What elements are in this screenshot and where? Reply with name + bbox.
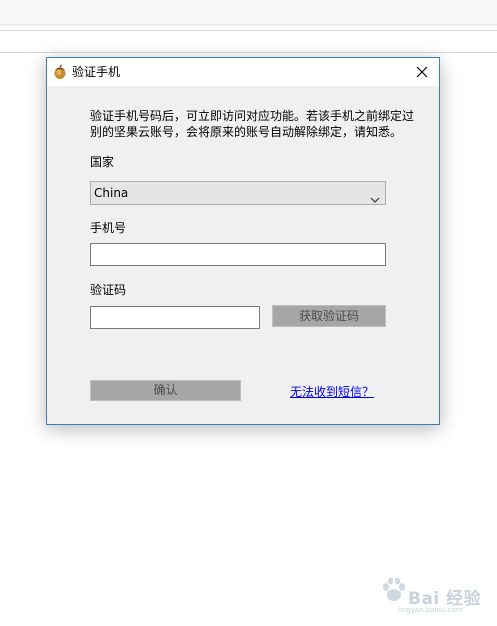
get-code-button[interactable]: 获取验证码: [272, 305, 386, 327]
country-select[interactable]: China: [90, 181, 386, 205]
country-select-value: China: [94, 186, 129, 200]
code-label: 验证码: [90, 283, 127, 297]
dialog-title: 验证手机: [72, 65, 121, 79]
background-divider: [0, 30, 497, 31]
watermark-subtext: jingyan.baidu.com: [398, 606, 463, 614]
dialog-description: 验证手机号码后，可立即访问对应功能。若该手机之前绑定过别的坚果云账号，会将原来的…: [90, 109, 415, 139]
verify-phone-dialog: 验证手机 验证手机号码后，可立即访问对应功能。若该手机之前绑定过别的坚果云账号，…: [46, 57, 440, 425]
close-button[interactable]: [405, 58, 439, 86]
nut-logo-icon: [52, 64, 68, 80]
confirm-button[interactable]: 确认: [90, 380, 241, 401]
verification-code-input[interactable]: [90, 306, 260, 329]
country-label: 国家: [90, 155, 115, 169]
phone-label: 手机号: [90, 221, 127, 235]
close-icon[interactable]: [416, 63, 428, 82]
background-toolbar: [0, 0, 497, 25]
chevron-down-icon: [370, 189, 380, 203]
dialog-titlebar: 验证手机: [47, 58, 439, 86]
background-divider: [0, 52, 497, 53]
phone-input[interactable]: [90, 243, 386, 266]
no-sms-link[interactable]: 无法收到短信？: [290, 384, 374, 400]
